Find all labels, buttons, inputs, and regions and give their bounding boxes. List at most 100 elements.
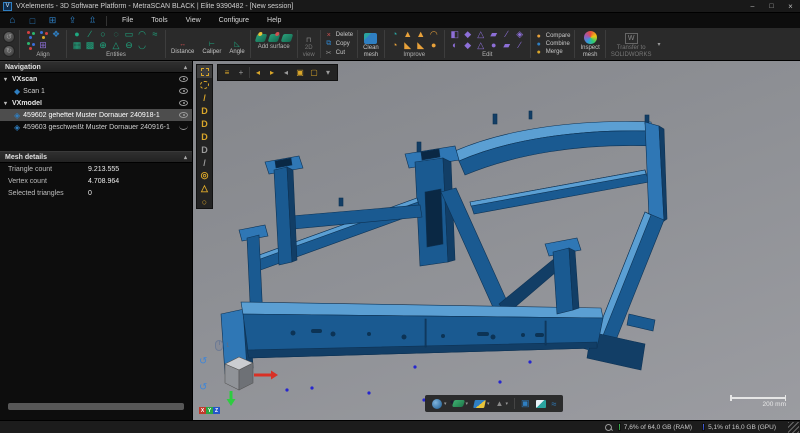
expand-caret-icon[interactable]: ▾ — [4, 76, 12, 83]
menu-configure[interactable]: Configure — [210, 17, 258, 24]
view-cube[interactable] — [217, 354, 279, 406]
tree-node-vxscan[interactable]: ▾ VXscan — [0, 73, 192, 85]
triangle-select-icon[interactable]: △ — [197, 182, 212, 195]
rotate-down-icon[interactable]: ↺ — [199, 382, 207, 393]
edit-slice-icon[interactable]: ∕ — [501, 29, 513, 40]
improve-warning-icon-2[interactable]: ▲ — [415, 29, 427, 40]
wireframe-button[interactable]: ≈ — [552, 399, 557, 409]
menu-view[interactable]: View — [177, 17, 210, 24]
combine-button[interactable]: ● Combine — [535, 41, 571, 48]
menu-tools[interactable]: Tools — [142, 17, 176, 24]
view-2d-button[interactable]: ⊓ 2D view — [299, 28, 319, 60]
layers-icon[interactable]: ≡ — [220, 66, 234, 79]
entity-rectangle-icon[interactable]: ▭ — [123, 29, 135, 40]
align-target-icon[interactable] — [24, 40, 36, 51]
visibility-eye-icon[interactable] — [179, 100, 188, 106]
zoom-fit-icon[interactable]: ▢ — [307, 66, 321, 79]
add-surface-icon-2[interactable] — [268, 32, 280, 43]
minimize-button[interactable]: – — [743, 0, 762, 13]
entity-line-icon[interactable]: ∕ — [84, 29, 96, 40]
entity-sphere-icon[interactable]: ⊕ — [97, 40, 109, 51]
texture-button[interactable] — [536, 400, 546, 408]
distance-button[interactable]: ↔ Distance — [167, 28, 198, 60]
prev-selection-icon[interactable]: ◂ — [251, 66, 265, 79]
mesh-display-button[interactable]: ▾ — [432, 399, 447, 409]
entity-point-icon[interactable]: ● — [71, 29, 83, 40]
visibility-eye-icon[interactable] — [179, 112, 188, 118]
tree-node-vxmodel[interactable]: ▾ VXmodel — [0, 97, 192, 109]
edit-trim-icon[interactable]: ▰ — [501, 40, 513, 51]
improve-warning-icon-1[interactable]: ▲ — [402, 29, 414, 40]
edit-pencil-icon[interactable]: ∕ — [514, 40, 526, 51]
edit-extrude-icon[interactable]: ▰ — [488, 29, 500, 40]
compare-button[interactable]: ● Compare — [535, 33, 571, 40]
clean-mesh-button[interactable]: Clean mesh — [359, 28, 383, 60]
ring-select-icon[interactable]: ◎ — [197, 169, 212, 182]
inspect-mesh-button[interactable]: Inspect mesh — [576, 28, 603, 60]
improve-wedge-icon-1[interactable]: ◣ — [402, 40, 414, 51]
next-selection-icon[interactable]: ▸ — [265, 66, 279, 79]
improve-patch-icon[interactable]: ◔ — [389, 40, 401, 51]
entity-cube-icon[interactable]: ▩ — [84, 40, 96, 51]
bounding-box-button[interactable]: ▣ — [521, 398, 530, 409]
move-icon[interactable]: + — [234, 66, 248, 79]
navigation-collapse-icon[interactable]: ▴ — [184, 64, 187, 71]
entity-pipe-icon[interactable]: ◡ — [136, 40, 148, 51]
surface-display-button[interactable]: ▾ — [453, 400, 469, 407]
copy-button[interactable]: ⧉ Copy — [325, 40, 353, 48]
entity-arc-icon[interactable]: ◠ — [136, 29, 148, 40]
home-icon[interactable]: ⌂ — [5, 15, 20, 27]
improve-fill-icon[interactable]: ◔ — [389, 29, 401, 40]
expand-caret-icon[interactable]: ▾ — [4, 100, 12, 107]
cut-button[interactable]: ✂ Cut — [325, 49, 353, 57]
close-button[interactable]: × — [781, 0, 800, 13]
caliper-button[interactable]: ⊢ Caliper — [198, 28, 225, 60]
line-select-icon[interactable]: / — [197, 91, 212, 104]
tree-node-scan1[interactable]: ◆ Scan 1 — [0, 85, 192, 97]
import-icon[interactable]: ⇪ — [65, 15, 80, 27]
freeform-select-icon[interactable] — [197, 78, 212, 91]
improve-smooth-icon[interactable]: ● — [428, 40, 440, 51]
edit-triangle-icon[interactable]: △ — [475, 29, 487, 40]
tree-node-mesh-459603[interactable]: ◈ 459603 geschweißt Muster Dornauer 2409… — [0, 121, 192, 133]
improve-boundary-icon[interactable]: ◠ — [428, 29, 440, 40]
circle-select-icon[interactable]: ○ — [197, 195, 212, 208]
tree-node-mesh-459602[interactable]: ◈ 459602 geheftet Muster Dornauer 240918… — [0, 109, 192, 121]
zoom-selection-icon[interactable]: ▣ — [293, 66, 307, 79]
edit-mirror-icon[interactable]: ◈ — [514, 29, 526, 40]
align-point-icon[interactable] — [24, 29, 36, 40]
visibility-hidden-icon[interactable] — [179, 125, 188, 130]
edit-offset-icon[interactable]: ◆ — [462, 40, 474, 51]
edit-halve-icon[interactable]: ◐ — [449, 40, 461, 51]
menu-help[interactable]: Help — [258, 17, 290, 24]
navigation-header[interactable]: Navigation ▴ — [0, 61, 192, 73]
visibility-eye-icon[interactable] — [179, 88, 188, 94]
transfer-solidworks-button[interactable]: W Transfer to SOLIDWORKS — [607, 28, 656, 60]
edit-solid-icon[interactable]: ◆ — [462, 29, 474, 40]
add-surface-icon-3[interactable] — [281, 32, 293, 43]
targets-display-button[interactable]: ▾ — [474, 400, 490, 408]
visibility-eye-icon[interactable] — [179, 76, 188, 82]
half-select-icon-2[interactable]: D — [197, 117, 212, 130]
entity-ellipse-icon[interactable]: ◌ — [110, 29, 122, 40]
maximize-button[interactable]: □ — [762, 0, 781, 13]
brush-select-icon[interactable]: / — [197, 156, 212, 169]
entity-circle-icon[interactable]: ○ — [97, 29, 109, 40]
back-icon[interactable]: ◂ — [279, 66, 293, 79]
open-session-icon[interactable]: ⊞ — [45, 15, 60, 27]
entity-cylinder-icon[interactable]: ⊖ — [123, 40, 135, 51]
half-select-icon-1[interactable]: D — [197, 104, 212, 117]
resize-grip[interactable] — [788, 422, 799, 433]
edit-surface-icon[interactable]: ◧ — [449, 29, 461, 40]
undo-button[interactable]: ↺ — [3, 31, 15, 43]
transfer-dropdown-caret[interactable]: ▾ — [658, 41, 661, 48]
viewport-3d[interactable]: / D D D D / ◎ △ ○ ≡ + ◂ ▸ ◂ ▣ ▢ ▾ — [193, 61, 800, 420]
entity-plane-icon[interactable]: ▦ — [71, 40, 83, 51]
rotate-up-icon[interactable]: ↺ — [199, 356, 207, 367]
view-dropdown-caret[interactable]: ▾ — [321, 66, 335, 79]
scanner-display-button[interactable]: ▲▾ — [496, 399, 508, 408]
redo-button[interactable]: ↻ — [3, 45, 15, 57]
edit-decimate-icon[interactable]: △ — [475, 40, 487, 51]
add-surface-icon-1[interactable] — [255, 32, 267, 43]
panel-resize-handle[interactable] — [8, 403, 184, 410]
